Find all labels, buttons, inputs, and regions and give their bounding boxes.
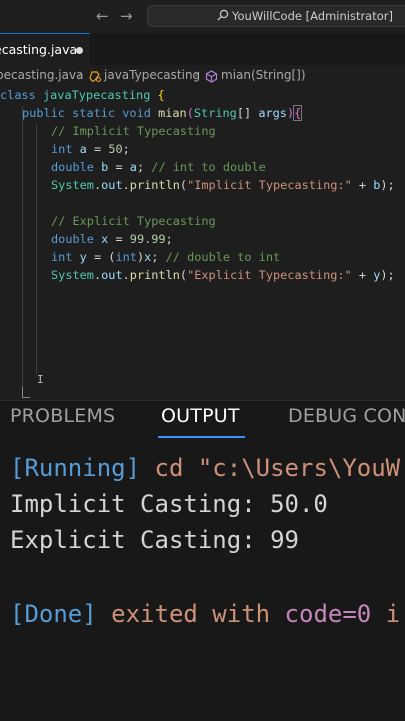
bracket-match-marker: [22, 387, 30, 398]
code-line-10: int y = (int)x; // double to int: [51, 250, 281, 264]
code-line-9: double x = 99.99;: [51, 232, 173, 246]
active-tab-indicator: [158, 436, 245, 438]
chevron-right-icon: ›: [78, 67, 83, 81]
breadcrumb-class[interactable]: javaTypecasting: [104, 68, 200, 82]
code-line-6: System.out.println("Implicit Typecasting…: [51, 178, 395, 192]
editor-tab-bar: ecasting.java: [0, 33, 405, 65]
unsaved-dot-icon[interactable]: [76, 47, 83, 54]
indent-guide: [36, 124, 37, 374]
output-line-done: [Done] exited with code=0 i: [10, 600, 401, 628]
class-symbol-icon: [89, 71, 102, 83]
code-line-1: class javaTypecasting {: [0, 88, 165, 102]
method-symbol-icon: [205, 70, 218, 83]
tab-label: ecasting.java: [0, 42, 78, 57]
code-line-11: System.out.println("Explicit Typecasting…: [51, 268, 395, 282]
output-line-explicit: Explicit Casting: 99: [10, 526, 299, 554]
chevron-right-icon: ›: [194, 67, 199, 81]
text-cursor-icon: I: [37, 373, 44, 386]
output-panel: PROBLEMS OUTPUT DEBUG CON [Running] cd "…: [0, 400, 405, 721]
code-line-8: // Explicit Typecasting: [51, 214, 216, 228]
tab-debug-console[interactable]: DEBUG CON: [288, 405, 405, 427]
forward-arrow-icon[interactable]: →: [120, 7, 133, 25]
indent-guide: [22, 106, 23, 396]
tab-output[interactable]: OUTPUT: [161, 405, 240, 427]
output-line-implicit: Implicit Casting: 50.0: [10, 490, 328, 518]
command-center-label: YouWillCode [Administrator]: [232, 9, 393, 23]
code-line-2: public static void mian(String[] args){: [22, 105, 303, 121]
code-line-5: double b = a; // int to double: [51, 160, 266, 174]
code-editor[interactable]: class javaTypecasting { public static vo…: [0, 86, 405, 400]
command-center-search[interactable]: YouWillCode [Administrator]: [147, 5, 405, 27]
search-icon: [217, 9, 229, 21]
breadcrumb-method[interactable]: mian(String[]): [221, 68, 306, 82]
title-bar: ← → YouWillCode [Administrator]: [0, 0, 405, 34]
output-line-running: [Running] cd "c:\Users\YouW: [10, 454, 401, 482]
breadcrumb: pecasting.java › javaTypecasting › mian(…: [0, 66, 405, 86]
breadcrumb-file[interactable]: pecasting.java: [0, 68, 83, 82]
code-line-3: // Implicit Typecasting: [51, 124, 216, 138]
back-arrow-icon[interactable]: ←: [96, 7, 109, 25]
tab-javatypecasting[interactable]: ecasting.java: [0, 33, 90, 65]
code-line-4: int a = 50;: [51, 142, 130, 156]
tab-problems[interactable]: PROBLEMS: [10, 405, 115, 427]
